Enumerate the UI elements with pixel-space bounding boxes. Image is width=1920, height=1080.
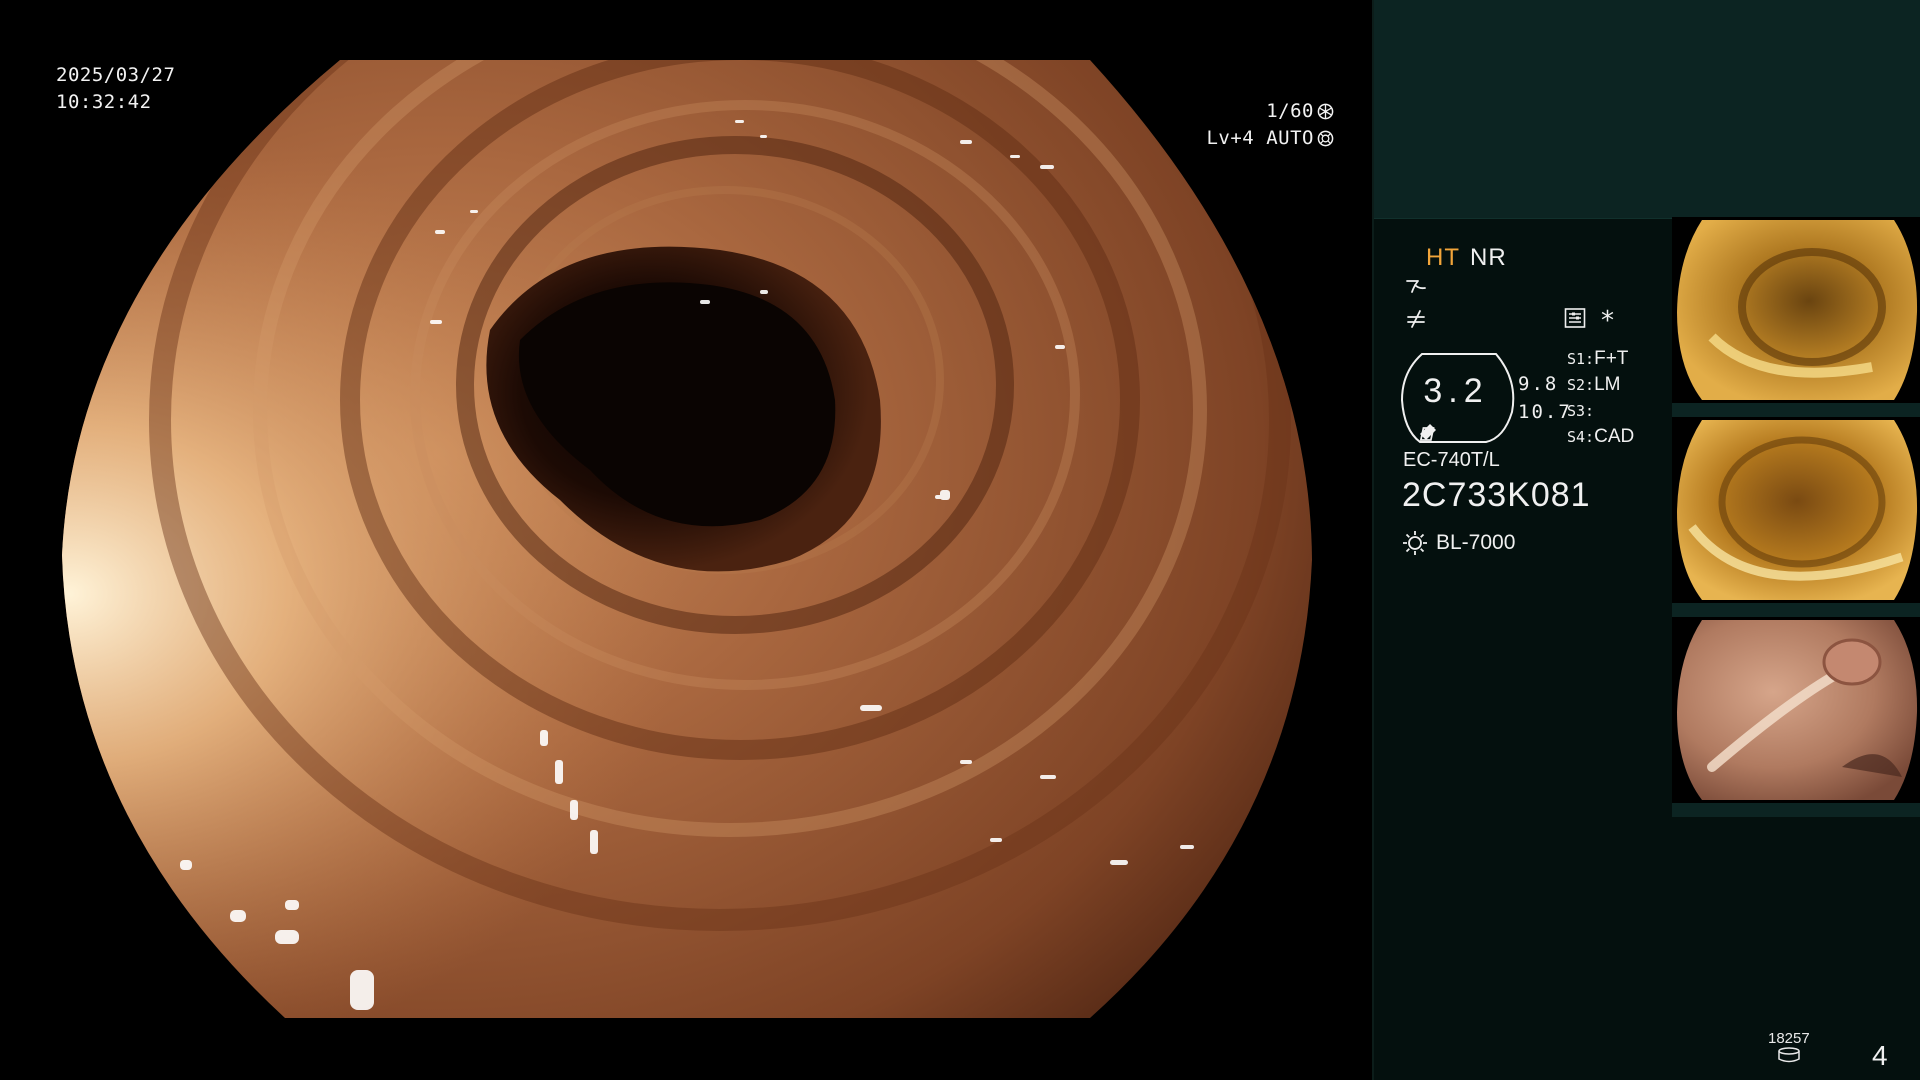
scope-switch-list: S1:F+T S2:LM S3: S4:CAD: [1567, 346, 1634, 450]
exposure-overlay: 1/60 Lv+4 AUTO: [1206, 98, 1334, 152]
nr-mode-label: NR: [1470, 244, 1507, 271]
thumbnail-image-2: [1672, 420, 1920, 617]
scope-serial: 2C733K081: [1402, 476, 1591, 514]
thumbnail-image-3: [1672, 620, 1920, 817]
image-mode-row: HT NR: [1426, 244, 1507, 272]
ht-mode-label: HT: [1426, 244, 1460, 271]
storage-icon: [1778, 1047, 1800, 1063]
light-source-row: BL-7000: [1402, 530, 1515, 556]
captured-thumbnail-1[interactable]: [1672, 217, 1920, 417]
switch-s4: S4:CAD: [1567, 426, 1635, 447]
zoom-side-values: 9.8 10.7: [1518, 370, 1572, 426]
structure-icon: [1407, 310, 1425, 328]
light-source-label: BL-7000: [1436, 531, 1516, 554]
record-count-text: 18257: [1768, 1030, 1810, 1047]
switch-s2: S2:LM: [1567, 374, 1621, 395]
endoscope-live-view: 2025/03/27 10:32:42 1/60 Lv+4 AUTO: [0, 0, 1372, 1080]
menu-icon: [1564, 308, 1586, 328]
switch-s1: S1:F+T: [1567, 348, 1629, 369]
enhancement-icon: [1406, 280, 1426, 293]
shutter-icon: [1317, 103, 1334, 120]
record-count: 18257: [1768, 1030, 1810, 1067]
time-text: 10:32:42: [56, 91, 152, 113]
info-panel: HT NR 3.2 9.8 10.7 * S1:F+T S2:LM S3: S4:…: [1372, 0, 1920, 1080]
captured-thumbnail-3[interactable]: [1672, 617, 1920, 817]
captured-thumbnail-2[interactable]: [1672, 417, 1920, 617]
date-text: 2025/03/27: [56, 64, 176, 86]
scope-model: EC-740T/L: [1403, 449, 1500, 471]
asterisk-indicator: *: [1601, 306, 1614, 336]
zoom-side-top: 9.8: [1518, 373, 1559, 395]
panel-header-area: [1374, 0, 1920, 219]
level-text: Lv+4: [1206, 127, 1255, 149]
endoscope-image: [62, 60, 1312, 1018]
shutter-text: 1/60: [1266, 100, 1314, 122]
zoom-side-bottom: 10.7: [1518, 401, 1572, 423]
thumbnail-image-1: [1672, 220, 1920, 417]
zoom-value: 3.2: [1423, 372, 1489, 410]
iris-icon: [1317, 130, 1334, 147]
switch-s3: S3:: [1567, 402, 1595, 420]
iris-mode-text: AUTO: [1266, 127, 1314, 149]
date-time-overlay: 2025/03/27 10:32:42: [56, 62, 175, 116]
light-source-icon: [1403, 531, 1427, 555]
page-number: 4: [1872, 1040, 1888, 1071]
